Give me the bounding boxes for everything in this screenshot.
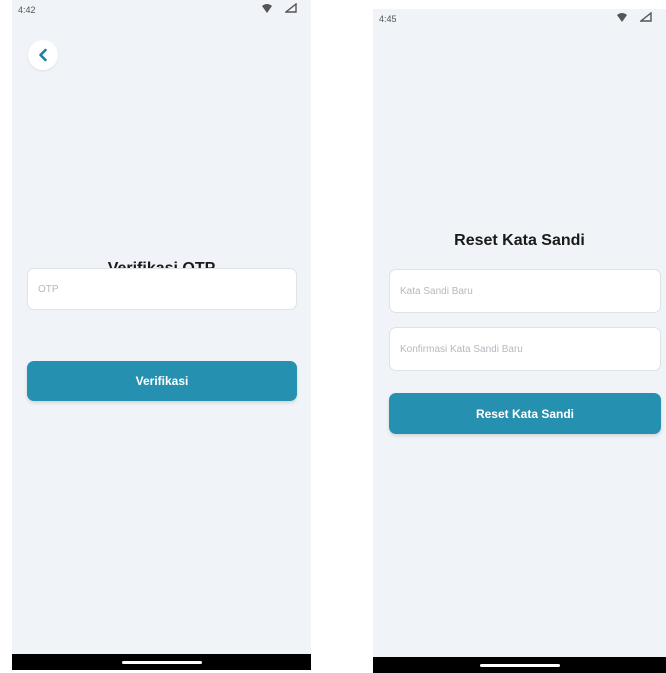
home-indicator[interactable] [479, 664, 560, 667]
verify-button[interactable]: Verifikasi [27, 361, 297, 401]
status-bar: 4:45 [373, 9, 666, 31]
status-icons [261, 3, 285, 15]
confirm-password-input[interactable] [389, 327, 661, 371]
page-title: Reset Kata Sandi [454, 232, 585, 249]
navigation-bar [373, 657, 666, 673]
navigation-bar [12, 654, 311, 670]
new-password-input[interactable] [389, 269, 661, 313]
reset-password-screen: 4:45 Reset Kata Sandi Reset Kata Sandi [373, 9, 666, 673]
back-button[interactable] [28, 40, 58, 70]
otp-input[interactable] [27, 268, 297, 310]
status-time: 4:45 [379, 14, 397, 24]
otp-verification-screen: 4:42 Verifikasi OTP Verifikasi [12, 0, 311, 670]
wifi-icon [262, 4, 272, 13]
status-icons [616, 12, 640, 24]
reset-password-button[interactable]: Reset Kata Sandi [389, 393, 661, 434]
status-bar: 4:42 [12, 0, 311, 22]
chevron-left-icon [39, 48, 47, 62]
home-indicator[interactable] [121, 661, 202, 664]
signal-icon [285, 3, 297, 13]
signal-icon [640, 12, 652, 22]
wifi-icon [617, 13, 627, 22]
status-time: 4:42 [18, 5, 36, 15]
